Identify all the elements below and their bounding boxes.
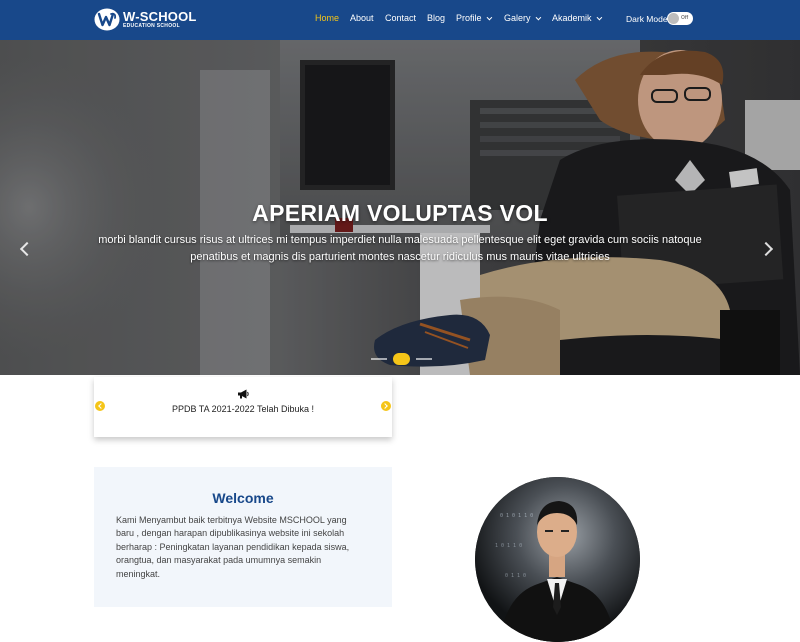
hero-carousel: APERIAM VOLUPTAS VOL morbi blandit cursu… xyxy=(0,40,800,375)
nav-contact[interactable]: Contact xyxy=(385,13,416,23)
announcement-text: PPDB TA 2021-2022 Telah Dibuka ! xyxy=(171,404,315,414)
announcement-next-icon[interactable] xyxy=(381,401,391,411)
principal-photo: 0 1 0 1 1 0 1 0 1 1 0 0 1 1 0 xyxy=(475,477,640,642)
nav-galery-label: Galery xyxy=(504,13,531,23)
nav-akademik[interactable]: Akademik xyxy=(552,13,602,23)
toggle-knob xyxy=(668,13,679,24)
chevron-down-icon xyxy=(486,14,492,21)
announcement-card: PPDB TA 2021-2022 Telah Dibuka ! xyxy=(94,377,392,437)
carousel-indicator-2[interactable] xyxy=(393,353,410,365)
megaphone-icon xyxy=(238,389,249,399)
svg-text:0 1 1 0: 0 1 1 0 xyxy=(505,573,526,579)
nav-home[interactable]: Home xyxy=(315,13,339,23)
carousel-indicator-3[interactable] xyxy=(416,358,432,360)
nav-about[interactable]: About xyxy=(350,13,374,23)
dark-mode-label: Dark Mode xyxy=(626,14,668,24)
navbar: W-SCHOOL EDUCATION SCHOOL Home About Con… xyxy=(0,0,800,40)
nav-profile[interactable]: Profile xyxy=(456,13,492,23)
carousel-indicators xyxy=(371,353,438,365)
chevron-down-icon xyxy=(535,14,541,21)
svg-text:0 1 0 1 1 0: 0 1 0 1 1 0 xyxy=(500,513,533,519)
nav-profile-label: Profile xyxy=(456,13,482,23)
svg-text:1 0 1 1 0: 1 0 1 1 0 xyxy=(495,543,522,549)
welcome-card: Welcome Kami Menyambut baik terbitnya We… xyxy=(94,467,392,607)
chevron-down-icon xyxy=(596,14,602,21)
nav-akademik-label: Akademik xyxy=(552,13,592,23)
dark-mode-toggle[interactable]: Off xyxy=(667,12,693,25)
toggle-state-text: Off xyxy=(681,15,689,21)
hero-title: APERIAM VOLUPTAS VOL xyxy=(252,200,548,226)
welcome-text: Kami Menyambut baik terbitnya Website MS… xyxy=(116,515,350,579)
hero-description: morbi blandit cursus risus at ultrices m… xyxy=(98,234,702,263)
welcome-title: Welcome xyxy=(212,490,274,506)
carousel-indicator-1[interactable] xyxy=(371,358,387,360)
nav-blog[interactable]: Blog xyxy=(427,13,445,23)
announcement-prev-icon[interactable] xyxy=(95,401,105,411)
nav-galery[interactable]: Galery xyxy=(504,13,541,23)
